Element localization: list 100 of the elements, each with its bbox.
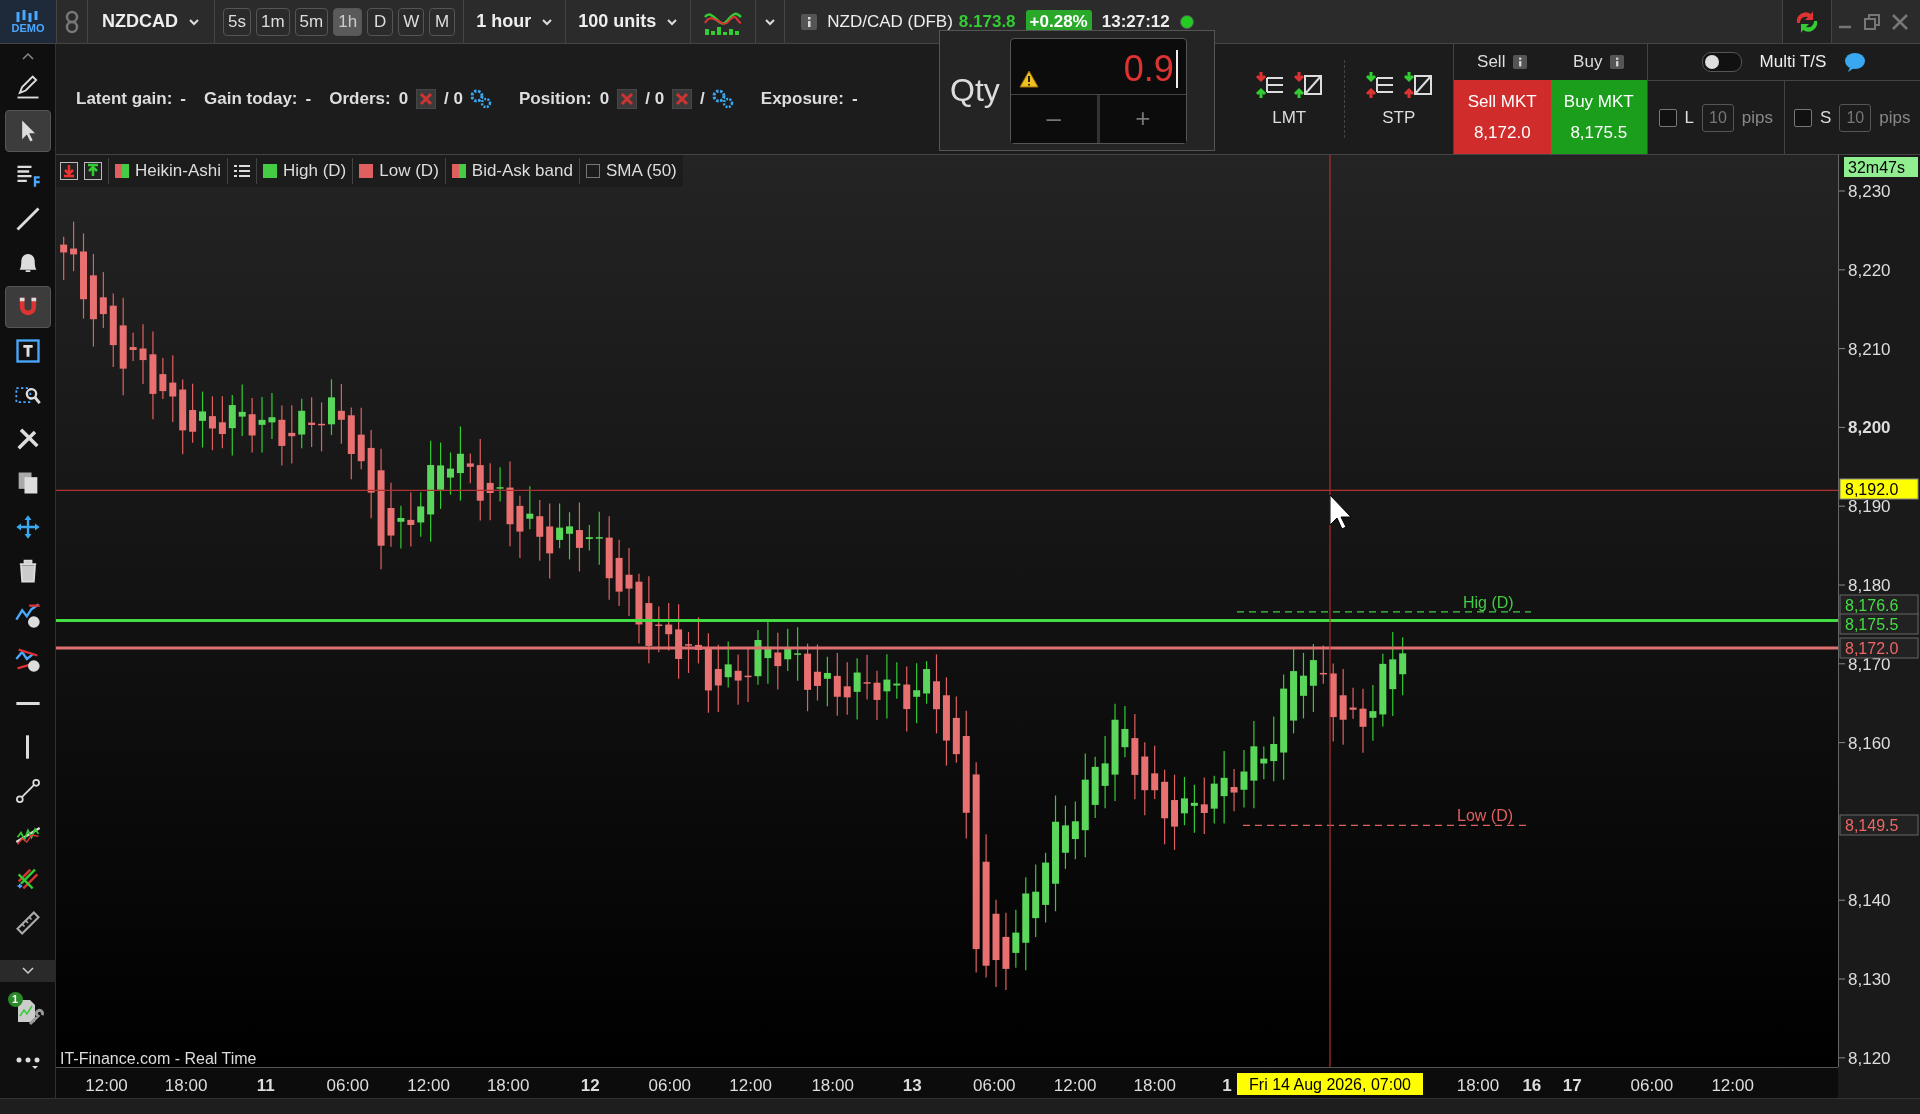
time-axis-label: 18:00 — [1456, 1076, 1500, 1095]
close-position-icon[interactable] — [617, 89, 638, 109]
bar-chart-icon — [15, 9, 41, 22]
price-tag: 8,176.6 — [1839, 594, 1919, 616]
time-axis-label: 06:00 — [1630, 1076, 1674, 1095]
text-box-icon — [13, 337, 42, 365]
multi-ts-label: Multi T/S — [1759, 52, 1827, 72]
trend-line-icon — [13, 601, 42, 629]
time-axis-label: 12:00 — [1053, 1076, 1097, 1095]
position-secondary-count: / 0 — [645, 89, 665, 109]
price-tag: 8,172.0 — [1839, 637, 1919, 659]
order-bracket-icon[interactable] — [1364, 70, 1395, 100]
legend-item[interactable]: High (D) — [283, 161, 347, 181]
order-diagonal-icon[interactable] — [1402, 70, 1433, 100]
stop-checkbox[interactable] — [1658, 108, 1677, 127]
pips-field[interactable]: 10 — [1839, 103, 1872, 132]
ruler-icon — [13, 909, 42, 937]
multi-ts-toggle[interactable] — [1701, 52, 1742, 72]
price-axis-label: 8,190 — [1848, 497, 1891, 517]
time-axis-label: 18:00 — [164, 1076, 208, 1095]
info-icon[interactable] — [1610, 55, 1625, 69]
quantity-field[interactable]: 0.9 — [1123, 49, 1178, 88]
timeframe-button[interactable]: 1h — [333, 7, 363, 36]
order-diagonal-icon[interactable] — [1293, 70, 1324, 100]
caret-icon — [666, 17, 679, 26]
sell-market-button[interactable]: Sell MKT 8,172.0 — [1454, 80, 1551, 154]
orders-secondary-count: / 0 — [444, 89, 463, 109]
horizontal-line-icon — [13, 701, 42, 705]
buy-market-button[interactable]: Buy MKT 8,175.5 — [1550, 80, 1647, 154]
timeframe-button[interactable]: W — [398, 7, 425, 36]
order-bracket-icon[interactable] — [1255, 70, 1286, 100]
chevron-up-icon[interactable] — [20, 52, 35, 60]
more-icon[interactable] — [14, 1056, 41, 1070]
sell-label: Sell — [1477, 52, 1506, 72]
caret-icon[interactable] — [764, 17, 777, 26]
candle-countdown-tag: 32m47s — [1844, 157, 1918, 177]
demo-label: DEMO — [11, 21, 45, 34]
legend-swatch — [451, 164, 466, 178]
vertical-line-icon — [26, 733, 29, 761]
stop-label: S — [1820, 107, 1832, 128]
legend-item[interactable]: Bid-Ask band — [471, 161, 573, 181]
time-axis-label: 06:00 — [973, 1076, 1016, 1095]
time-axis-label: 12:00 — [729, 1076, 772, 1095]
legend-item[interactable]: Low (D) — [379, 161, 439, 181]
magnet-tool-button[interactable] — [4, 286, 51, 328]
daily-high-label: Hig (D) — [1463, 593, 1514, 611]
time-axis-label: 11 — [256, 1076, 275, 1095]
restore-icon[interactable] — [1864, 13, 1880, 30]
timeframe-button[interactable]: 5s — [223, 7, 251, 36]
gears-icon[interactable] — [469, 88, 493, 110]
pips-unit: pips — [1741, 107, 1773, 128]
position-count: 0 — [599, 89, 610, 109]
legend-item[interactable]: SMA (50) — [605, 161, 677, 181]
timeframe-button[interactable]: 5m — [294, 7, 329, 36]
position-label: Position: — [519, 89, 592, 109]
quantity-label: Qty — [950, 72, 1000, 109]
time-axis-label: 17 — [1562, 1076, 1582, 1095]
stop-checkbox[interactable] — [1794, 108, 1813, 127]
stop-label: L — [1684, 107, 1694, 128]
close-position-icon[interactable] — [672, 89, 693, 109]
price-axis-label: 8,160 — [1848, 733, 1891, 753]
pips-field[interactable]: 10 — [1702, 103, 1734, 132]
list-icon[interactable] — [234, 164, 250, 178]
symbol-dropdown[interactable]: NZDCAD — [88, 0, 215, 43]
time-axis-label: 13 — [902, 1076, 922, 1095]
info-icon[interactable] — [801, 13, 818, 30]
close-icon[interactable] — [1892, 13, 1908, 30]
download-icon[interactable] — [60, 162, 78, 180]
price-axis-label: 8,130 — [1848, 970, 1891, 989]
last-price: 8.173.8 — [958, 11, 1016, 32]
upload-icon[interactable] — [84, 162, 102, 180]
timeframe-button[interactable]: M — [429, 7, 456, 36]
exposure-label: Exposure: — [760, 89, 844, 109]
quantity-dropdown[interactable]: 100 units — [566, 0, 692, 43]
pointer-tool-button[interactable] — [4, 110, 51, 152]
chat-bubble-icon[interactable] — [1844, 52, 1867, 72]
segment-icon — [13, 777, 42, 805]
increase-button[interactable]: + — [1096, 94, 1186, 143]
legend-checkbox[interactable] — [585, 164, 600, 178]
timeframe-button[interactable]: D — [367, 7, 394, 36]
timeframe-button[interactable]: 1m — [255, 7, 290, 36]
exposure-value: - — [851, 89, 858, 109]
price-tag: 8,175.5 — [1839, 613, 1919, 635]
warning-icon — [1018, 69, 1039, 88]
order-type-label[interactable]: LMT — [1272, 108, 1307, 128]
time-axis-label: 16 — [1522, 1076, 1542, 1095]
gears-icon[interactable] — [710, 88, 735, 110]
legend-swatch — [115, 164, 129, 178]
gain-today-label: Gain today: — [204, 89, 298, 109]
order-type-label[interactable]: STP — [1382, 108, 1416, 128]
info-icon[interactable] — [1513, 55, 1528, 69]
time-axis-label: 06:00 — [648, 1076, 692, 1095]
period-dropdown[interactable]: 1 hour — [464, 0, 567, 43]
price-axis-label: 8,140 — [1848, 891, 1891, 911]
chevron-down-icon[interactable] — [20, 967, 35, 975]
legend-item[interactable]: Heikin-Ashi — [135, 161, 221, 181]
cancel-orders-icon[interactable] — [416, 89, 437, 109]
caret-icon — [541, 17, 554, 26]
position-separator: / — [700, 89, 705, 109]
time-axis-label: 18:00 — [1133, 1076, 1176, 1095]
